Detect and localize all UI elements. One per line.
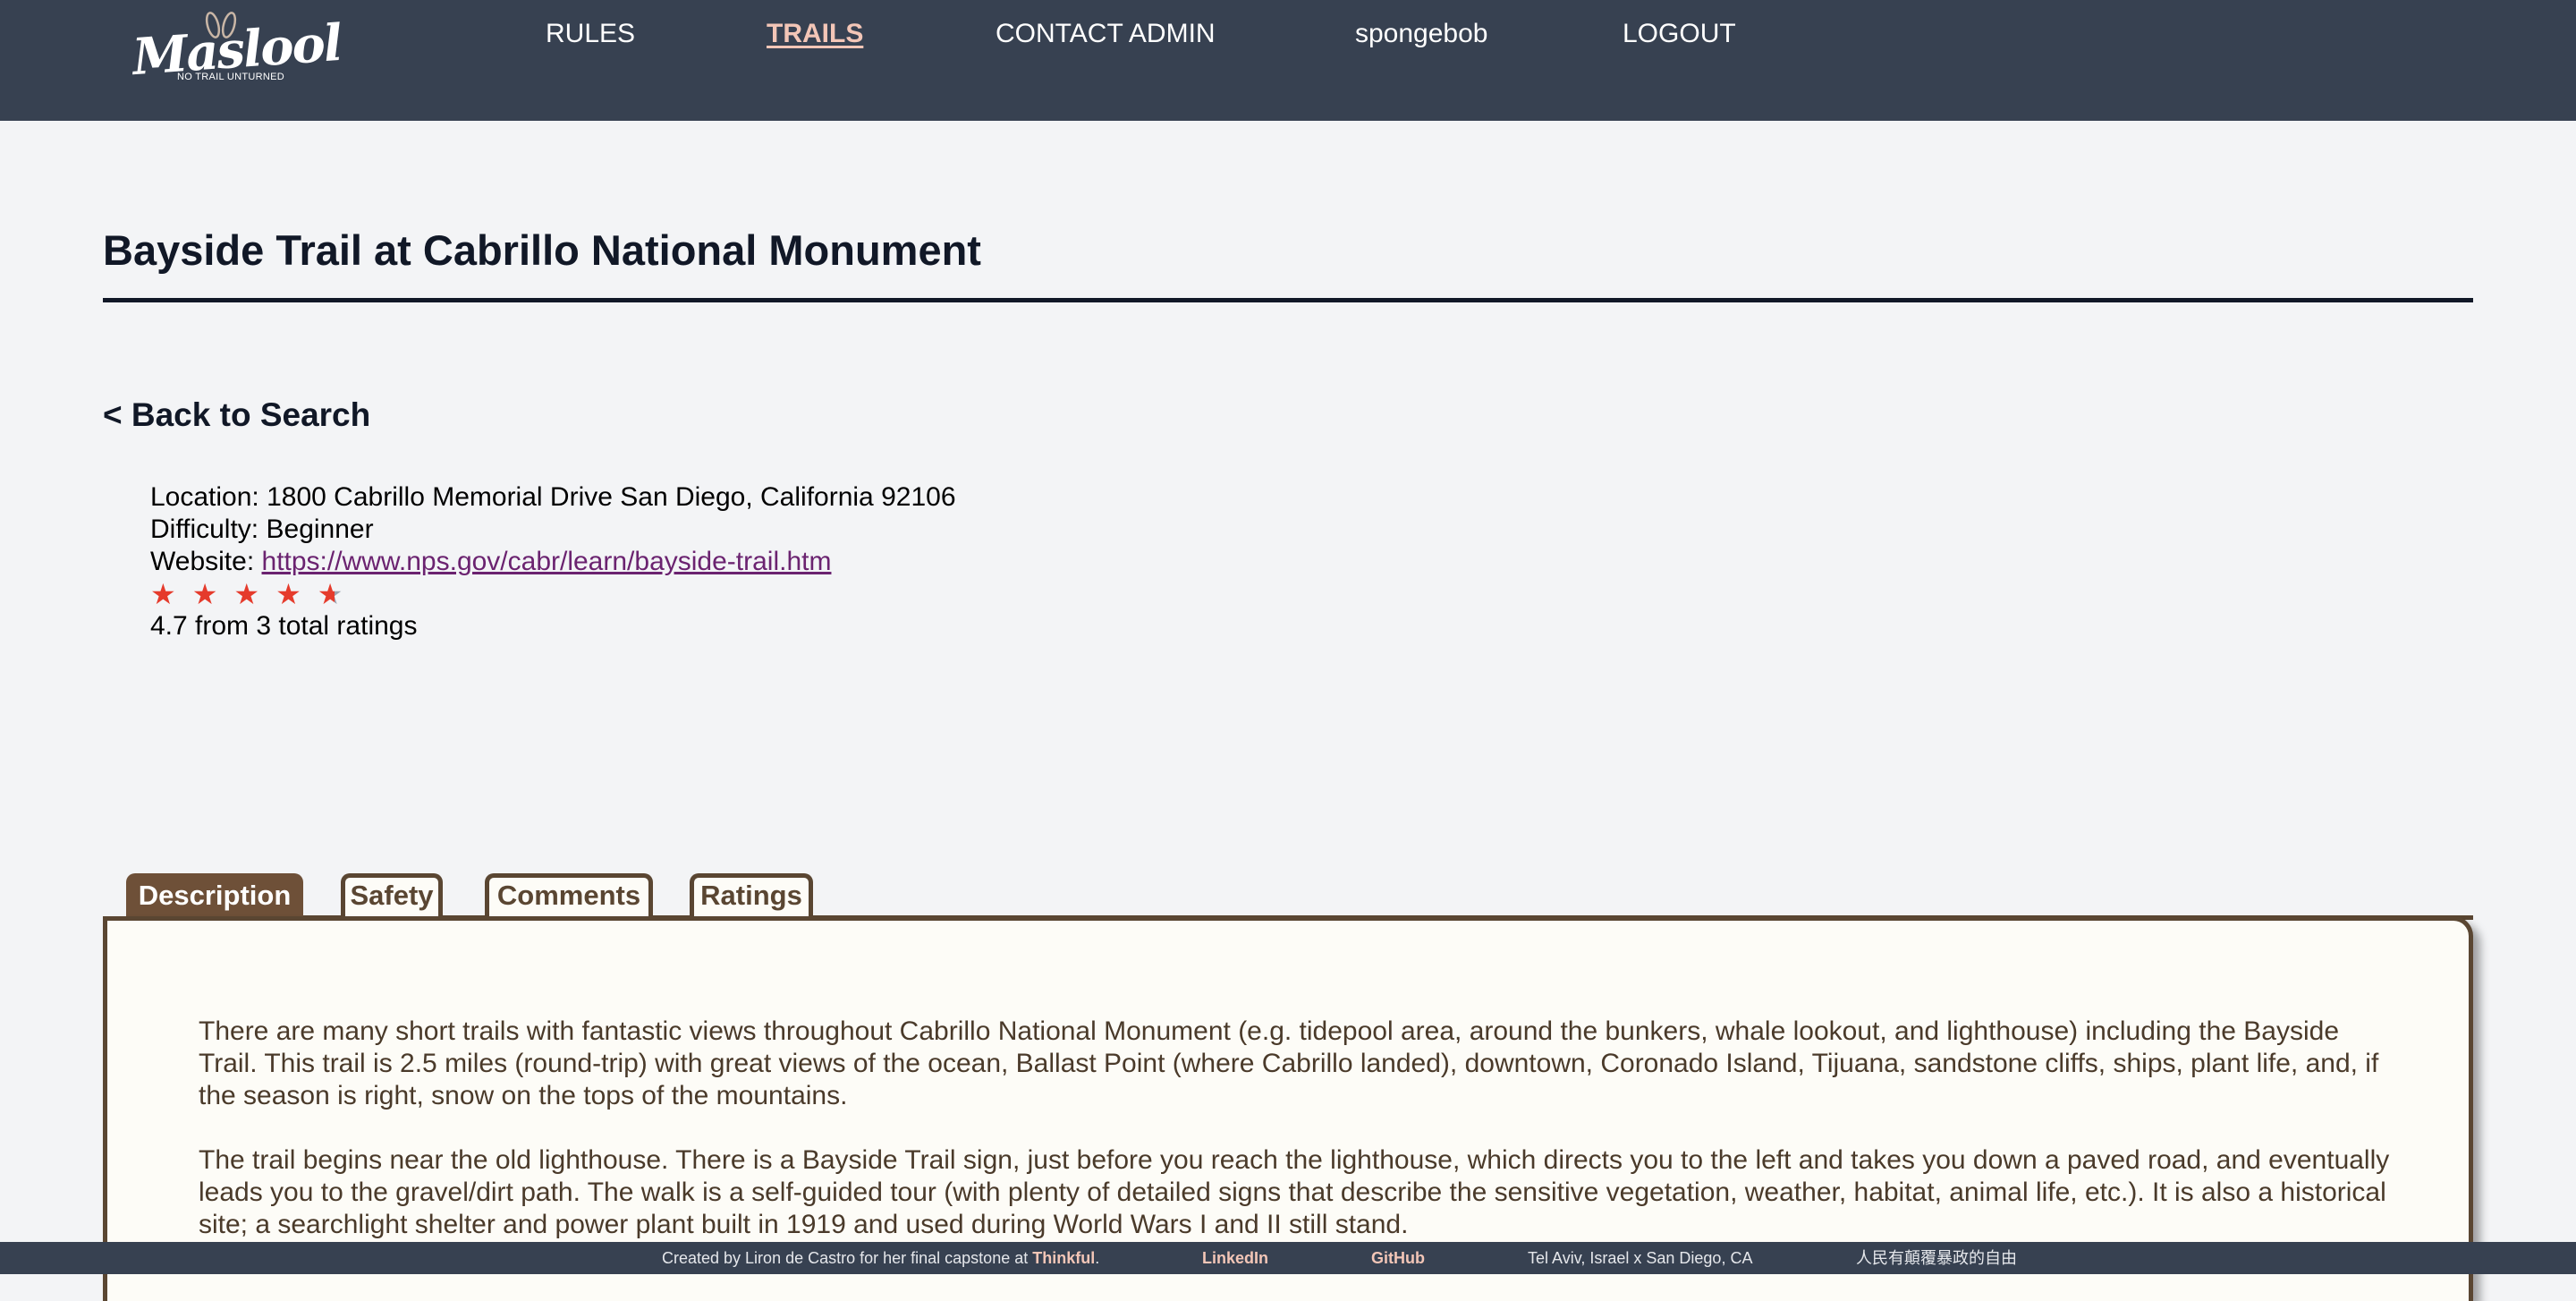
- description-paragraph: There are many short trails with fantast…: [199, 1016, 2379, 1110]
- tab-description[interactable]: Description: [126, 873, 303, 920]
- footer-credit-school: Thinkful: [1032, 1249, 1096, 1267]
- description-paragraph: The trail begins near the old lighthouse…: [199, 1145, 2390, 1239]
- logo-tagline: NO TRAIL UNTURNED: [177, 72, 284, 82]
- nav-rules[interactable]: RULES: [546, 18, 635, 50]
- footer-credit-period: .: [1095, 1249, 1100, 1267]
- page-title: Bayside Trail at Cabrillo National Monum…: [103, 226, 981, 274]
- location-value: 1800 Cabrillo Memorial Drive San Diego, …: [267, 482, 956, 512]
- nav-logout[interactable]: LOGOUT: [1623, 18, 1736, 50]
- star-icon: ★: [233, 578, 260, 610]
- star-icon: ★: [150, 578, 176, 610]
- tab-ratings[interactable]: Ratings: [690, 873, 813, 920]
- nav-user-profile[interactable]: spongebob: [1355, 18, 1487, 50]
- star-icon: ★: [275, 578, 301, 610]
- location-label: Location:: [150, 482, 259, 512]
- nav-trails[interactable]: TRAILS: [767, 18, 863, 50]
- title-divider: [103, 298, 2473, 302]
- website-label: Website:: [150, 547, 255, 576]
- navbar: Maslool NO TRAIL UNTURNED RULES TRAILS C…: [0, 0, 2576, 121]
- star-rating: ★ ★ ★ ★ ★: [150, 578, 956, 610]
- location-row: Location: 1800 Cabrillo Memorial Drive S…: [150, 481, 956, 514]
- star-icon: ★: [191, 578, 218, 610]
- footer-credit: Created by Liron de Castro for her final…: [662, 1242, 1099, 1274]
- back-to-search-link[interactable]: < Back to Search: [103, 394, 370, 437]
- rating-summary: 4.7 from 3 total ratings: [150, 611, 418, 641]
- nav-contact-admin[interactable]: CONTACT ADMIN: [996, 18, 1216, 50]
- footer: Created by Liron de Castro for her final…: [0, 1242, 2576, 1274]
- footer-linkedin-link[interactable]: LinkedIn: [1202, 1242, 1268, 1274]
- tab-comments[interactable]: Comments: [485, 873, 653, 920]
- footer-location: Tel Aviv, Israel x San Diego, CA: [1528, 1249, 1753, 1267]
- website-row: Website: https://www.nps.gov/cabr/learn/…: [150, 546, 956, 578]
- difficulty-value: Beginner: [266, 514, 374, 544]
- difficulty-label: Difficulty:: [150, 514, 259, 544]
- difficulty-row: Difficulty: Beginner: [150, 514, 956, 546]
- logo[interactable]: Maslool NO TRAIL UNTURNED: [127, 11, 343, 107]
- website-link[interactable]: https://www.nps.gov/cabr/learn/bayside-t…: [262, 547, 832, 576]
- tab-safety[interactable]: Safety: [341, 873, 443, 920]
- star-partial-icon: ★: [317, 578, 343, 610]
- trail-details: Location: 1800 Cabrillo Memorial Drive S…: [150, 481, 956, 642]
- footer-slogan: 人民有顛覆暴政的自由: [1856, 1249, 2017, 1267]
- footer-github-link[interactable]: GitHub: [1371, 1242, 1425, 1274]
- footer-credit-text: Created by Liron de Castro for her final…: [662, 1249, 1029, 1267]
